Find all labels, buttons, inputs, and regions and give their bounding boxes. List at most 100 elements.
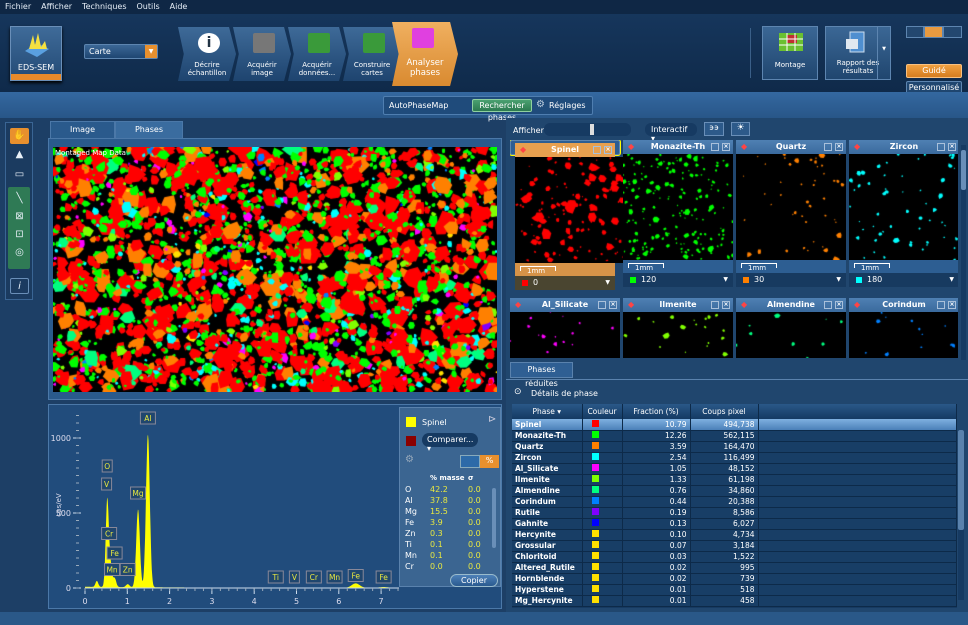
visibility-icon[interactable]: ◆	[741, 298, 747, 312]
phase-tile-al_silicate[interactable]: ◆Al_Silicate×1mm▼	[510, 298, 620, 358]
module-eds-sem-button[interactable]: EDS-SEM	[10, 26, 62, 81]
pin-icon[interactable]	[711, 301, 719, 309]
menu-techniques[interactable]: Techniques	[77, 0, 131, 14]
table-row[interactable]: Rutile 0.19 8,586	[512, 507, 957, 519]
table-row[interactable]: Spinel 10.79 494,738	[512, 419, 957, 431]
phase-tile-spinel[interactable]: ◆ Spinel × 1mm 0 ▼	[510, 140, 625, 290]
phase-tile-monazite-th[interactable]: ◆ Monazite-Th × 1mm 120 ▼	[623, 140, 733, 287]
phase-tile-zircon[interactable]: ◆ Zircon × 1mm 180 ▼	[849, 140, 958, 287]
copy-button[interactable]: Copier	[450, 574, 498, 587]
table-row[interactable]: Grossular 0.07 3,184	[512, 540, 957, 552]
interactive-dropdown[interactable]: Interactif ▾	[645, 123, 697, 143]
visibility-icon[interactable]: ◆	[515, 298, 521, 312]
pin-icon[interactable]	[824, 143, 832, 151]
step-analyze-phases[interactable]: Analyser phases	[392, 22, 458, 86]
close-icon[interactable]: ×	[604, 146, 612, 154]
tiles-scrollbar[interactable]	[961, 145, 966, 360]
pin-icon[interactable]	[937, 143, 945, 151]
percent-view-button[interactable]: %	[480, 455, 499, 468]
info-icon[interactable]: i	[10, 278, 29, 294]
module-dropdown[interactable]	[11, 74, 61, 80]
column-header[interactable]: Phase ▾	[512, 404, 583, 419]
visibility-icon[interactable]: ◆	[520, 143, 526, 157]
collapse-icon[interactable]: ⊙	[514, 387, 522, 397]
compare-dropdown[interactable]: Comparer... ▾	[422, 433, 478, 453]
tab-reduced-phases[interactable]: Phases réduites	[510, 362, 573, 388]
find-phases-button[interactable]: Rechercher phases	[472, 99, 532, 122]
phase-tile-corindum[interactable]: ◆Corindum×1mm▼	[849, 298, 958, 358]
table-row[interactable]: Chloritoid 0.03 1,522	[512, 551, 957, 563]
beam-icon[interactable]: ▲	[10, 147, 29, 163]
layout-quad-button[interactable]	[924, 26, 943, 38]
phase-map-image[interactable]	[53, 147, 497, 392]
table-row[interactable]: Zircon 2.54 116,499	[512, 452, 957, 464]
column-header[interactable]: Fraction (%)	[622, 404, 691, 419]
chevron-down-icon[interactable]: ▼	[949, 273, 954, 287]
play-icon[interactable]: ⊳	[488, 414, 496, 425]
pan-hand-icon[interactable]: ✋	[10, 128, 29, 144]
settings-button[interactable]: Réglages	[549, 101, 586, 110]
close-icon[interactable]: ×	[835, 143, 843, 151]
brightness-icon[interactable]: ☀	[731, 122, 750, 136]
list-view-button[interactable]	[460, 455, 480, 468]
table-row[interactable]: Almendine 0.76 34,860	[512, 485, 957, 497]
pin-icon[interactable]	[937, 301, 945, 309]
table-row[interactable]: Quartz 3.59 164,470	[512, 441, 957, 453]
chevron-down-icon[interactable]: ▼	[605, 276, 610, 290]
menu-outils[interactable]: Outils	[132, 0, 165, 14]
chevron-down-icon[interactable]: ▼	[723, 273, 728, 287]
tile-size-slider[interactable]	[544, 123, 631, 136]
table-row[interactable]: Al_Silicate 1.05 48,152	[512, 463, 957, 475]
step-build-maps[interactable]: Construire cartes	[343, 27, 401, 81]
menu-aide[interactable]: Aide	[165, 0, 193, 14]
step-acquire-data[interactable]: Acquérir données...	[288, 27, 346, 81]
table-scrollbar[interactable]	[958, 430, 964, 600]
line-tool-icon[interactable]: ╲	[10, 191, 29, 207]
pin-icon[interactable]	[824, 301, 832, 309]
report-button[interactable]: Rapport des résultats ▼	[825, 26, 891, 80]
close-icon[interactable]: ×	[948, 301, 956, 309]
close-icon[interactable]: ×	[722, 143, 730, 151]
pin-icon[interactable]	[711, 143, 719, 151]
visibility-icon[interactable]: ◆	[628, 140, 634, 154]
table-row[interactable]: Hyperstene 0.01 518	[512, 584, 957, 596]
pin-icon[interactable]	[593, 146, 601, 154]
table-row[interactable]: Hercynite 0.10 4,734	[512, 529, 957, 541]
tab-image[interactable]: Image	[50, 121, 115, 138]
quant-scrollbar[interactable]	[492, 488, 496, 548]
close-icon[interactable]: ×	[948, 143, 956, 151]
rectangle-icon[interactable]: ▭	[10, 167, 29, 183]
merge-icon[interactable]: ϶϶	[704, 122, 724, 136]
area-tool-icon[interactable]: ⊠	[10, 209, 29, 225]
montage-button[interactable]: Montage	[762, 26, 818, 80]
table-row[interactable]: Mg_Hercynite 0.01 458	[512, 595, 957, 607]
point-tool-icon[interactable]: ⊡	[10, 227, 29, 243]
pin-icon[interactable]	[598, 301, 606, 309]
close-icon[interactable]: ×	[609, 301, 617, 309]
mode-select[interactable]: Carte ▼	[84, 44, 158, 59]
table-row[interactable]: Corindum 0.44 20,388	[512, 496, 957, 508]
layout-grid-button[interactable]	[943, 26, 962, 38]
guided-mode-button[interactable]: Guidé	[906, 64, 962, 78]
column-header[interactable]: Coups pixel	[690, 404, 759, 419]
gear-icon[interactable]: ⚙	[405, 454, 414, 465]
table-row[interactable]: Gahnite 0.13 6,027	[512, 518, 957, 530]
table-row[interactable]: Ilmenite 1.33 61,198	[512, 474, 957, 486]
layout-single-button[interactable]	[906, 26, 924, 38]
close-icon[interactable]: ×	[835, 301, 843, 309]
tab-phases[interactable]: Phases	[115, 121, 183, 138]
step-acquire-image[interactable]: Acquérir image	[233, 27, 291, 81]
phase-tile-almendine[interactable]: ◆Almendine×1mm▼	[736, 298, 846, 358]
table-row[interactable]: Monazite-Th 12.26 562,115	[512, 430, 957, 442]
table-row[interactable]: Altered_Rutile 0.02 995	[512, 562, 957, 574]
visibility-icon[interactable]: ◆	[854, 298, 860, 312]
menu-fichier[interactable]: Fichier	[0, 0, 36, 14]
step-info[interactable]: i Décrire échantillon	[178, 27, 236, 81]
visibility-icon[interactable]: ◆	[854, 140, 860, 154]
visibility-icon[interactable]: ◆	[628, 298, 634, 312]
visibility-icon[interactable]: ◆	[741, 140, 747, 154]
column-header[interactable]: Couleur	[582, 404, 623, 419]
report-dropdown-icon[interactable]: ▼	[877, 27, 890, 79]
phase-tile-quartz[interactable]: ◆ Quartz × 1mm 30 ▼	[736, 140, 846, 287]
table-row[interactable]: Hornblende 0.02 739	[512, 573, 957, 585]
